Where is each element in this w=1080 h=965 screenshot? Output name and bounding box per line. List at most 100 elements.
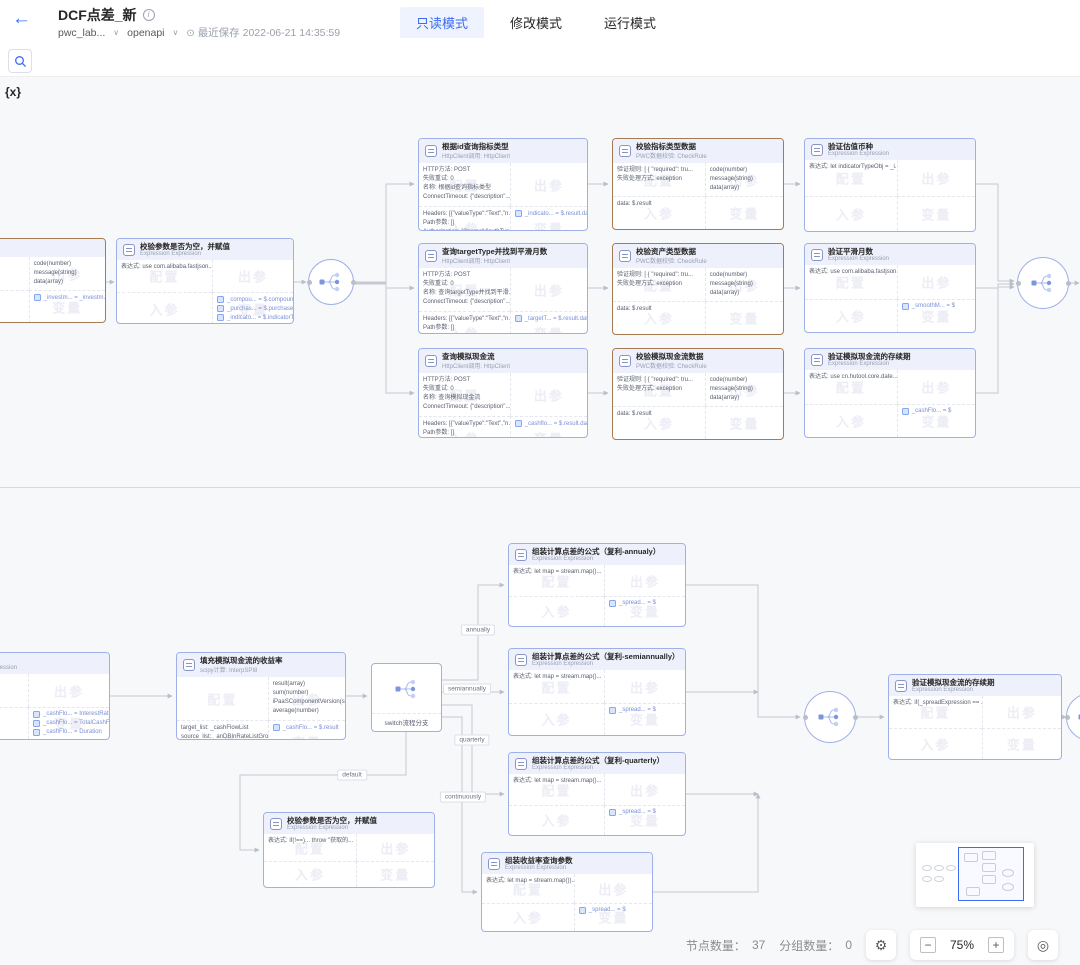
node-subtitle: PWC数据校验: CheckRule	[636, 256, 707, 265]
quadrant-watermark: 出参	[605, 571, 685, 590]
quadrant-watermark: 变量	[983, 734, 1061, 753]
node-subtitle: Expression Expression	[287, 825, 377, 831]
minimap[interactable]	[916, 843, 1034, 907]
flow-node-expr-yield-query-params[interactable]: 组装收益率查询参数Expression Expression配置表达式: let…	[481, 852, 653, 932]
api-select[interactable]: openapi	[127, 27, 164, 39]
flow-node-expr-verify-duration-top[interactable]: 验证模拟现金流的存续期Expression Expression配置表达式: u…	[804, 348, 976, 438]
app-header: ← DCF点差_新 i pwc_lab... ∨ openapi ∨ ⊙ 最近保…	[0, 0, 1080, 46]
expression-palette-item[interactable]: {x}	[5, 85, 21, 99]
flow-node-expr-verify-valuation[interactable]: 验证估值币种Expression Expression配置表达式: let in…	[804, 138, 976, 232]
fit-view-button[interactable]: ◎	[1028, 930, 1058, 960]
quadrant-watermark: 出参	[511, 385, 587, 404]
variable-row: _smoothM... = $	[902, 303, 971, 310]
info-icon[interactable]: i	[143, 9, 155, 21]
switch-branch-icon	[372, 664, 441, 713]
variable-badge	[609, 809, 616, 816]
flow-node-expr-spread-annualy[interactable]: 组装计算点差的公式（复利-annualy）Expression Expressi…	[508, 543, 686, 627]
node-type-icon	[488, 858, 500, 870]
variable-badge	[579, 907, 586, 914]
flow-node-check-sim-cashflow-data[interactable]: 校验模拟现金流数据PWC数据校验: CheckRule配置验证规则: [ { "…	[612, 348, 784, 440]
workspace-select[interactable]: pwc_lab...	[58, 27, 105, 39]
flow-node-http-query-cashflow[interactable]: 查询模拟现金流HttpClient调用: HttpClient配置HTTP方法:…	[418, 348, 588, 438]
node-title: 填充模拟现金流的收益率	[200, 656, 283, 665]
variable-row: _spread... = $	[609, 809, 681, 816]
flow-node-check-investment-cut[interactable]: 配置出参code(number)message(string)data(arra…	[0, 238, 106, 323]
quadrant-watermark: 出参	[511, 280, 587, 299]
quadrant-watermark: 配置	[0, 264, 29, 283]
quadrant-watermark: 入参	[482, 908, 574, 927]
clock-icon: ⊙	[186, 28, 194, 39]
flow-node-expr-spread-semiannually[interactable]: 组装计算点差的公式（复利-semiannually）Expression Exp…	[508, 648, 686, 736]
branch-icon	[1076, 705, 1080, 729]
node-title: 组装收益率查询参数	[505, 856, 573, 865]
node-title: 组装计算点差的公式（复利-quarterly）	[532, 756, 664, 765]
search-icon	[14, 55, 27, 68]
quadrant-watermark: 出参	[605, 677, 685, 696]
node-title: 验证估值币种	[828, 142, 889, 151]
variable-badge	[217, 296, 224, 303]
branch-icon	[317, 270, 345, 294]
variable-badge	[609, 707, 616, 714]
zoom-in-button[interactable]: +	[988, 937, 1004, 953]
node-subtitle: Expression Expression	[140, 251, 230, 257]
flow-node-http-query-targettype[interactable]: 查询targetType并找到平滑月数HttpClient调用: HttpCli…	[418, 243, 588, 334]
flow-node-interp-fill-yield[interactable]: 填充模拟现金流的收益率scipy计算: InterpSPI8配置出参result…	[176, 652, 346, 740]
minimap-node	[934, 876, 944, 882]
node-subtitle: HttpClient调用: HttpClient	[442, 151, 510, 160]
quadrant-watermark: 变量	[706, 204, 783, 223]
quadrant-watermark: 变量	[706, 309, 783, 328]
merge-circle-bottom[interactable]	[804, 691, 856, 743]
quadrant-watermark: 出参	[511, 175, 587, 194]
tab-readonly-mode[interactable]: 只读模式	[400, 7, 484, 38]
branch-icon	[816, 705, 844, 729]
variable-row: _cashFlo... = Duration	[33, 729, 105, 736]
minimap-viewport[interactable]	[958, 847, 1024, 901]
mode-tabs: 只读模式 修改模式 运行模式	[400, 7, 672, 38]
focus-icon: ◎	[1037, 937, 1049, 954]
zoom-out-button[interactable]: −	[920, 937, 936, 953]
zoom-level: 75%	[946, 938, 978, 952]
node-subtitle: Expression Expression	[828, 151, 889, 157]
flow-node-expr-verify-duration-bottom[interactable]: 验证模拟现金流的存续期Expression Expression配置表达式: i…	[888, 674, 1062, 760]
node-type-icon	[425, 355, 437, 367]
variable-row: _spread... = $	[579, 907, 648, 914]
variable-badge	[33, 729, 40, 736]
quadrant-watermark: 出参	[898, 273, 975, 292]
quadrant-watermark: 入参	[889, 734, 982, 753]
flow-node-expr-spread-quarterly[interactable]: 组装计算点差的公式（复利-quarterly）Expression Expres…	[508, 752, 686, 836]
search-button[interactable]	[8, 49, 32, 73]
flow-node-expr-check-params-top[interactable]: 校验参数是否为空，并赋值Expression Expression配置表达式: …	[116, 238, 294, 324]
variable-badge	[217, 314, 224, 321]
split-circle-top[interactable]	[308, 259, 354, 305]
flow-node-check-asset-type-data[interactable]: 校验资产类型数据PWC数据校验: CheckRule配置验证规则: [ { "r…	[612, 243, 784, 335]
group-count: 分组数量：0	[779, 937, 852, 954]
node-title: 验证模拟现金流的存续期	[828, 352, 911, 361]
tab-run-mode[interactable]: 运行模式	[588, 7, 672, 38]
back-button[interactable]: ←	[12, 8, 31, 30]
node-subtitle: Expression Expression	[505, 865, 573, 871]
last-saved-status: ⊙ 最近保存 2022-06-21 14:35:59	[186, 25, 340, 40]
node-type-icon	[515, 549, 527, 561]
flow-node-expr-verify-smooth-months[interactable]: 验证平滑月数Expression Expression配置表达式: use co…	[804, 243, 976, 333]
node-subtitle: scipy计算: InterpSPI8	[200, 665, 283, 674]
variable-row: _targetT... = $.result.data	[515, 315, 583, 322]
flow-canvas[interactable]: {x} annuallysemiannuallyquarterlycontinu…	[0, 77, 1080, 965]
flow-node-http-query-indicator-type[interactable]: 根据id查询指标类型HttpClient调用: HttpClient配置HTTP…	[418, 138, 588, 231]
node-title: 校验参数是否为空，并赋值	[140, 242, 230, 251]
flow-node-expr-check-params-bottom[interactable]: 校验参数是否为空，并赋值Expression Expression配置表达式: …	[263, 812, 435, 888]
flow-node-expr-set-field-names-cut[interactable]: 设置字段名Expression Expression配置Rate =...出参入…	[0, 652, 110, 740]
quadrant-watermark: 入参	[805, 306, 897, 325]
merge-circle-top-right[interactable]	[1017, 257, 1069, 309]
flow-node-check-indicator-type-data[interactable]: 校验指标类型数据PWC数据校验: CheckRule配置验证规则: [ { "r…	[612, 138, 784, 230]
quadrant-watermark: 入参	[509, 602, 604, 621]
toolbar-strip	[0, 46, 1080, 77]
flow-node-switch-branch[interactable]: switch流程分支	[371, 663, 442, 732]
variable-row: _cashflo... = $.result.dat...	[515, 420, 583, 427]
branch-icon	[393, 677, 421, 701]
node-title: 校验指标类型数据	[636, 142, 707, 151]
chevron-down-icon: ∨	[173, 28, 179, 37]
variable-badge	[902, 303, 909, 310]
node-title: 校验资产类型数据	[636, 247, 707, 256]
settings-button[interactable]: ⚙	[866, 930, 896, 960]
tab-edit-mode[interactable]: 修改模式	[494, 7, 578, 38]
